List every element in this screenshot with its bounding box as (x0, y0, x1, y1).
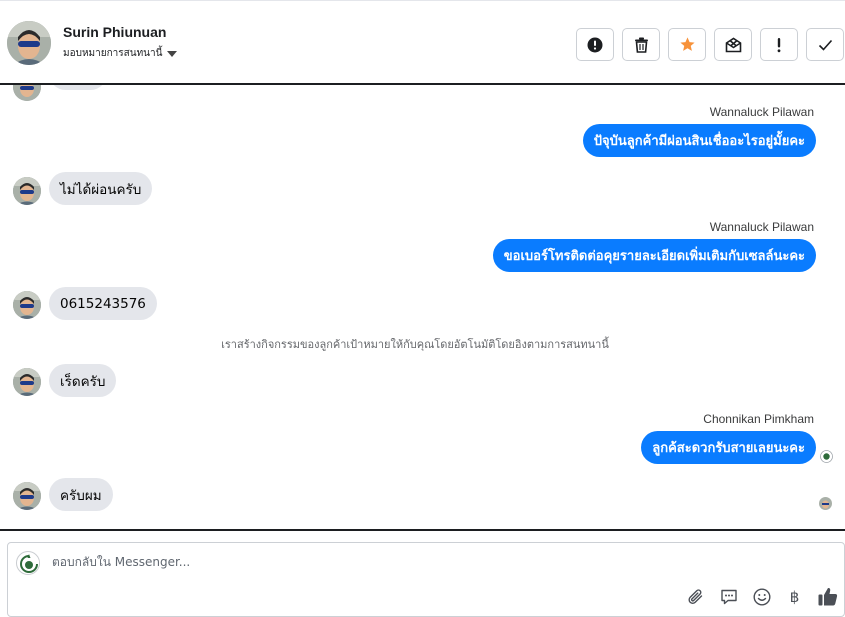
messenger-conversation-panel: Surin Phiunuan มอบหมายการสนทนานี้ Wannal… (0, 0, 845, 617)
exclamation-icon (777, 37, 781, 52)
message-bubble-outgoing[interactable]: ปัจุบันลูกค้ามีผ่อนสินเชื่ออะไรอยู่มั้ยค… (582, 124, 816, 157)
mark-unread-button[interactable] (714, 28, 752, 61)
checkmark-icon (818, 39, 832, 51)
thumbs-up-icon (818, 587, 837, 606)
message-bubble-incoming[interactable]: ไม่ได้ผ่อนครับ (49, 172, 153, 205)
mark-important-button[interactable] (760, 28, 798, 61)
emoji-button[interactable] (751, 586, 772, 607)
like-button[interactable] (817, 586, 838, 607)
message-bubble-incoming[interactable]: ครับผม (49, 478, 113, 511)
trash-icon (634, 37, 648, 53)
contact-avatar[interactable] (7, 21, 51, 65)
sender-name: Wannaluck Pilawan (709, 220, 814, 234)
report-spam-button[interactable] (576, 28, 614, 61)
paperclip-icon (687, 588, 702, 604)
envelope-x-icon (725, 37, 741, 52)
payment-button[interactable]: ฿ (784, 586, 805, 607)
mark-done-button[interactable] (806, 28, 844, 61)
baht-icon: ฿ (789, 587, 800, 606)
system-note: เราสร้างกิจกรรมของลูกค้าเป้าหมายให้กับคุ… (221, 338, 609, 351)
smiley-icon (752, 587, 771, 606)
contact-avatar-small (13, 85, 41, 101)
header-actions (576, 28, 844, 61)
contact-read-receipt-avatar (819, 497, 832, 510)
composer-tools: ฿ (685, 586, 838, 607)
sender-name: Chonnikan Pimkham (703, 412, 814, 426)
reply-input[interactable] (52, 555, 652, 569)
contact-avatar-small[interactable] (13, 368, 41, 396)
contact-avatar-small[interactable] (13, 482, 41, 510)
attach-button[interactable] (685, 586, 706, 607)
star-icon (679, 37, 695, 51)
star-button[interactable] (668, 28, 706, 61)
message-bubble-outgoing[interactable]: ลูกค้สะดวกรับสายเลยนะคะ (641, 431, 816, 464)
saved-replies-button[interactable] (718, 586, 739, 607)
contact-name[interactable]: Surin Phiunuan (63, 24, 166, 40)
reply-composer: ฿ (7, 542, 845, 617)
assign-conversation-dropdown[interactable]: มอบหมายการสนทนานี้ (63, 46, 178, 61)
chevron-down-icon (167, 51, 178, 57)
message-thread[interactable]: Wannaluck Pilawan ปัจุบันลูกค้ามีผ่อนสิน… (0, 85, 845, 529)
contact-avatar-small[interactable] (13, 291, 41, 319)
contact-avatar-small[interactable] (13, 177, 41, 205)
message-bubble-outgoing[interactable]: ขอเบอร์โทรติดต่อคุยรายละเอียดเพิ่มเติมกั… (492, 239, 816, 272)
page-logo-avatar (16, 551, 40, 575)
message-bubble-incoming[interactable]: 0615243576 (49, 287, 157, 320)
message-bubble-incoming-cropped (49, 85, 107, 90)
sender-name: Wannaluck Pilawan (709, 105, 814, 119)
assign-conversation-label: มอบหมายการสนทนานี้ (63, 48, 163, 59)
page-read-receipt-icon (820, 450, 833, 463)
delete-button[interactable] (622, 28, 660, 61)
exclamation-circle-icon (587, 37, 603, 52)
conversation-header: Surin Phiunuan มอบหมายการสนทนานี้ (0, 0, 845, 85)
thread-divider (0, 529, 845, 531)
speech-bubble-icon (720, 589, 737, 604)
message-bubble-incoming[interactable]: เร็ดครับ (49, 364, 117, 397)
